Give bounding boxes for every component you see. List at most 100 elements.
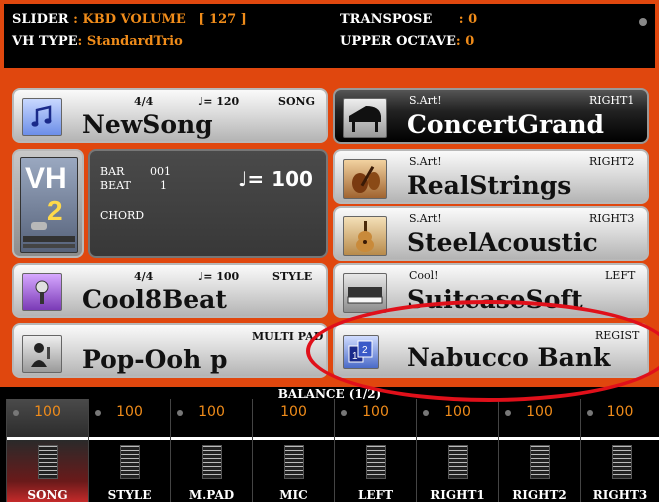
right3-part-label: RIGHT3 <box>589 212 635 225</box>
channel-volume: 100 <box>606 404 634 420</box>
vh-type-status: VH TYPE: StandardTrio <box>12 34 183 49</box>
style-type-label: STYLE <box>272 270 313 283</box>
channel-volume: 100 <box>526 404 553 420</box>
balance-channel-song[interactable]: 100 SONG <box>6 399 88 502</box>
song-type-label: SONG <box>278 95 315 108</box>
channel-volume: 100 <box>362 404 389 420</box>
channel-label: RIGHT2 <box>512 488 567 502</box>
song-name: NewSong <box>82 110 213 139</box>
balance-channel-style[interactable]: 100 STYLE <box>88 399 170 502</box>
vh-type-label: VH TYPE <box>12 34 78 49</box>
vocal-harmony-button[interactable]: VH 2 <box>12 149 84 258</box>
fader-knob[interactable] <box>530 445 550 479</box>
channel-label: LEFT <box>357 488 394 502</box>
channel-label: MIC <box>279 488 308 502</box>
grand-piano-icon <box>343 98 387 138</box>
annotation-circle <box>306 300 659 402</box>
channel-label: RIGHT3 <box>592 488 648 502</box>
beat-value: 1 <box>160 179 167 192</box>
fader-knob[interactable] <box>284 445 304 479</box>
song-tempo: ♩= 120 <box>198 95 240 108</box>
fader-knob[interactable] <box>38 445 58 479</box>
vh-type-value: : StandardTrio <box>77 34 183 49</box>
fader-level-line <box>171 437 252 440</box>
microphone-icon <box>22 273 62 311</box>
channel-volume: 100 <box>280 404 307 420</box>
svg-text:VH: VH <box>25 162 67 195</box>
fader-level-line <box>417 437 498 440</box>
slider-status: SLIDER : KBD VOLUME [ 127 ] <box>12 12 247 27</box>
transpose-label: TRANSPOSE <box>340 12 433 27</box>
song-time-signature: 4/4 <box>134 95 154 108</box>
fader-knob[interactable] <box>612 445 632 479</box>
status-bar: SLIDER : KBD VOLUME [ 127 ] VH TYPE: Sta… <box>4 4 655 68</box>
song-panel[interactable]: 4/4 ♩= 120 SONG NewSong <box>12 88 328 143</box>
upper-octave-label: UPPER OCTAVE <box>340 34 456 49</box>
chord-label: CHORD <box>100 209 145 222</box>
right2-category: S.Art! <box>409 155 442 168</box>
vocal-harmony-icon: VH 2 <box>20 157 78 253</box>
right1-part-label: RIGHT1 <box>589 94 635 107</box>
transpose-value: : 0 <box>458 12 478 27</box>
right2-voice-name: RealStrings <box>407 171 572 200</box>
multipad-panel[interactable]: MULTI PAD Pop-Ooh p <box>12 323 328 378</box>
fader-knob[interactable] <box>366 445 386 479</box>
right3-voice-name: SteelAcoustic <box>407 228 598 257</box>
balance-channel-right2[interactable]: 100 RIGHT2 <box>498 399 580 502</box>
upper-octave-status: UPPER OCTAVE: 0 <box>340 34 474 49</box>
fader-knob[interactable] <box>202 445 222 479</box>
electric-piano-icon <box>343 273 387 313</box>
singer-icon <box>22 335 62 373</box>
balance-mixer: BALANCE (1/2) 100 SONG 100 STYLE 100 M.P… <box>0 387 659 502</box>
fader-level-line <box>253 437 334 440</box>
indicator-dot <box>639 18 647 26</box>
slider-level: [ 127 ] <box>198 12 247 27</box>
bar-label: BAR <box>100 165 125 178</box>
left-part-label: LEFT <box>605 269 636 282</box>
channel-volume: 100 <box>116 404 143 420</box>
channel-label: RIGHT1 <box>430 488 485 502</box>
right2-voice-panel[interactable]: S.Art! RIGHT2 RealStrings <box>333 149 649 204</box>
right3-voice-panel[interactable]: S.Art! RIGHT3 SteelAcoustic <box>333 206 649 261</box>
acoustic-guitar-icon <box>343 216 387 256</box>
upper-octave-value: : 0 <box>455 34 475 49</box>
right2-part-label: RIGHT2 <box>589 155 635 168</box>
transpose-status: TRANSPOSE : 0 <box>340 12 477 27</box>
right1-voice-name: ConcertGrand <box>407 110 604 139</box>
channel-label: STYLE <box>107 488 152 502</box>
channel-volume: 100 <box>34 404 61 420</box>
style-time-signature: 4/4 <box>134 270 154 283</box>
style-panel[interactable]: 4/4 ♩= 100 STYLE Cool8Beat <box>12 263 328 318</box>
balance-channel-left[interactable]: 100 LEFT <box>334 399 416 502</box>
channel-volume: 100 <box>444 404 471 420</box>
fader-level-line <box>335 437 416 440</box>
channel-label: SONG <box>27 488 68 502</box>
fader-knob[interactable] <box>448 445 468 479</box>
style-name: Cool8Beat <box>82 285 227 314</box>
beat-label: BEAT <box>100 179 131 192</box>
main-tempo: ♩= 100 <box>238 167 313 191</box>
bar-beat-display: BAR 001 BEAT 1 CHORD ♩= 100 <box>88 149 328 258</box>
fader-level-line <box>581 437 659 440</box>
fader-level-line <box>89 437 170 440</box>
fader-level-line <box>7 437 88 440</box>
balance-channel-right1[interactable]: 100 RIGHT1 <box>416 399 498 502</box>
violin-icon <box>343 159 387 199</box>
right3-category: S.Art! <box>409 212 442 225</box>
fader-level-line <box>499 437 580 440</box>
balance-channel-right3[interactable]: 100 RIGHT3 <box>580 399 659 502</box>
slider-label: SLIDER <box>12 12 69 27</box>
balance-channel-mic[interactable]: 100 MIC <box>252 399 334 502</box>
style-tempo: ♩= 100 <box>198 270 240 283</box>
multipad-name: Pop-Ooh p <box>82 345 228 374</box>
channel-label: M.PAD <box>188 488 235 502</box>
slider-value: : KBD VOLUME <box>73 12 186 27</box>
music-note-icon <box>22 98 62 136</box>
balance-channel-mpad[interactable]: 100 M.PAD <box>170 399 252 502</box>
fader-knob[interactable] <box>120 445 140 479</box>
right1-category: S.Art! <box>409 94 442 107</box>
bar-value: 001 <box>150 165 171 178</box>
svg-text:2: 2 <box>47 195 63 226</box>
channel-volume: 100 <box>198 404 225 420</box>
right1-voice-panel[interactable]: S.Art! RIGHT1 ConcertGrand <box>333 88 649 144</box>
